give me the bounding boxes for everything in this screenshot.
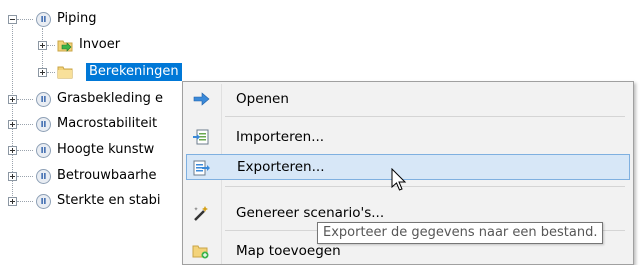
tooltip: Exporteer de gegevens naar een bestand.: [317, 222, 604, 244]
failure-mechanism-icon: ll: [36, 92, 51, 107]
expand-toggle[interactable]: [8, 197, 17, 206]
tree-item-betrouwbaarheid[interactable]: Betrouwbaarhe: [54, 167, 159, 185]
menu-item-label: Exporteren...: [237, 159, 325, 175]
tree-connector: [17, 150, 33, 151]
failure-mechanism-icon: ll: [36, 169, 51, 184]
folder-icon: [57, 66, 73, 79]
expand-toggle[interactable]: [38, 41, 47, 50]
tree-item-hoogte-kunstwerk[interactable]: Hoogte kunstw: [54, 141, 157, 159]
tree-connector: [17, 19, 33, 20]
menu-separator: [225, 116, 625, 117]
export-icon: [193, 160, 210, 176]
expand-toggle[interactable]: [8, 95, 17, 104]
menu-item-openen[interactable]: Openen: [186, 86, 630, 112]
tree-item-sterkte-stabiliteit[interactable]: Sterkte en stabi: [54, 192, 164, 210]
expand-toggle[interactable]: [8, 172, 17, 181]
failure-mechanism-icon: ll: [36, 194, 51, 209]
failure-mechanism-icon: ll: [36, 117, 51, 132]
expand-toggle[interactable]: [8, 120, 17, 129]
menu-item-importeren[interactable]: Importeren...: [186, 124, 630, 150]
failure-mechanism-icon: ll: [36, 143, 51, 158]
folder-input-icon: [57, 40, 73, 52]
failure-mechanism-icon: ll: [36, 12, 51, 27]
tree-connector: [17, 176, 33, 177]
tree-item-invoer[interactable]: Invoer: [76, 36, 123, 54]
menu-item-label: Openen: [236, 91, 289, 107]
folder-add-icon: [192, 245, 209, 259]
menu-item-label: Importeren...: [236, 129, 325, 145]
tree-connector: [47, 45, 55, 46]
expand-toggle[interactable]: [38, 68, 47, 77]
collapse-toggle[interactable]: [8, 15, 17, 24]
wand-icon: [194, 206, 208, 221]
tree-connector: [47, 72, 55, 73]
menu-separator: [225, 186, 625, 187]
arrow-right-icon: [193, 92, 210, 106]
tree-connector: [17, 124, 33, 125]
tree-item-macrostabiliteit[interactable]: Macrostabiliteit: [54, 115, 160, 133]
tree-connector: [42, 28, 43, 72]
tree-item-piping[interactable]: Piping: [54, 10, 100, 28]
expand-toggle[interactable]: [8, 146, 17, 155]
import-icon: [193, 129, 209, 145]
tree-connector: [17, 201, 33, 202]
mouse-cursor-icon: [391, 168, 407, 191]
tree-connector: [17, 99, 33, 100]
tree-item-berekeningen[interactable]: Berekeningen: [86, 63, 182, 81]
tree-item-grasbekleding[interactable]: Grasbekleding e: [54, 90, 166, 108]
